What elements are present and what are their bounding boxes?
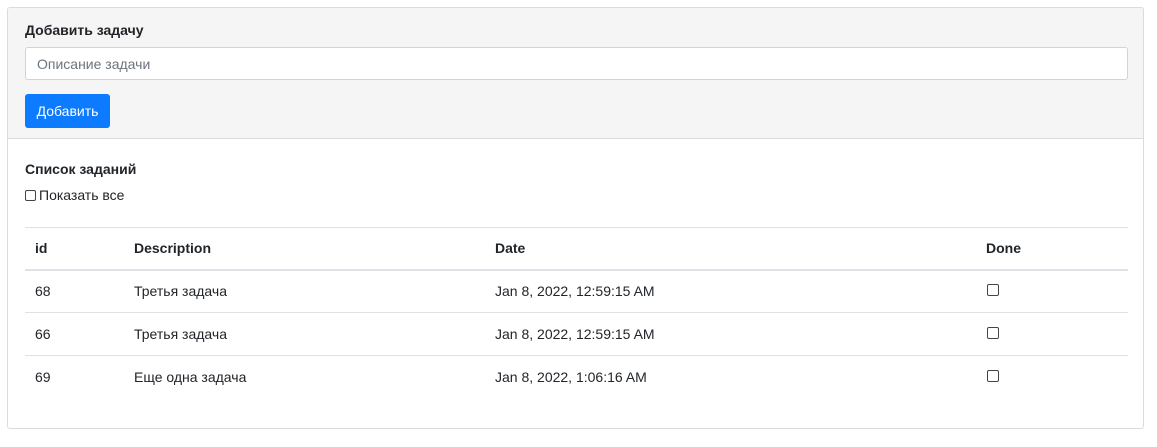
table-row: 69 Еще одна задача Jan 8, 2022, 1:06:16 … [25,356,1128,399]
add-task-title: Добавить задачу [25,22,144,38]
done-checkbox[interactable] [987,284,999,297]
tasks-table: id Description Date Done 68 Третья задач… [25,227,1128,399]
row-date: Jan 8, 2022, 1:06:16 AM [495,369,647,386]
table-row: 66 Третья задача Jan 8, 2022, 12:59:15 A… [25,312,1128,356]
header-date: Date [485,227,976,271]
table-row: 68 Третья задача Jan 8, 2022, 12:59:15 A… [25,269,1128,313]
task-description-input[interactable] [25,47,1128,80]
row-date: Jan 8, 2022, 12:59:15 AM [485,269,976,313]
row-description: Третья задача [124,312,485,356]
add-task-button[interactable]: Добавить [25,94,110,128]
done-checkbox[interactable] [987,370,999,383]
table-header-row: id Description Date Done [25,227,1128,271]
add-task-panel: Добавить задачу Добавить [8,8,1143,139]
show-all-toggle[interactable]: Показать все [25,187,124,203]
row-done-cell [976,312,1128,356]
header-description: Description [124,227,485,271]
task-card: Добавить задачу Добавить Список заданий … [7,7,1144,429]
header-id: id [25,227,124,271]
row-done-cell [976,269,1128,313]
show-all-checkbox[interactable] [25,189,36,201]
row-done-cell [976,356,1128,399]
done-checkbox[interactable] [987,327,999,339]
row-description: Еще одна задача [134,369,247,386]
show-all-label: Показать все [39,187,125,203]
header-done: Done [976,227,1128,271]
row-id: 66 [25,312,124,356]
row-description: Третья задача [124,269,485,313]
task-list-title: Список заданий [25,161,137,177]
row-id: 68 [25,269,124,313]
row-date: Jan 8, 2022, 12:59:15 AM [485,312,976,356]
row-id: 69 [35,369,51,386]
